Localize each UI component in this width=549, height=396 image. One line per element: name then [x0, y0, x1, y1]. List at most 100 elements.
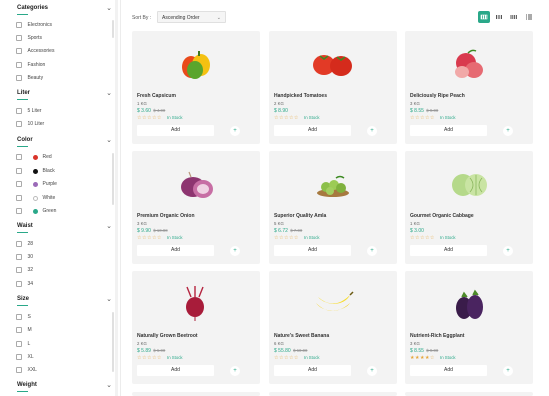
categories-scrollbar[interactable] [112, 20, 114, 38]
product-price: $ 55.80 $ 60.00 [274, 348, 308, 354]
onion-icon [181, 171, 213, 198]
add-button[interactable]: Add [137, 365, 214, 376]
chevron-down-icon[interactable]: ⌄ [105, 296, 113, 304]
checkbox[interactable] [16, 341, 22, 347]
chevron-down-icon[interactable]: ⌄ [105, 90, 113, 98]
checkbox[interactable] [16, 195, 22, 201]
color-item[interactable]: Black [16, 167, 55, 175]
add-button[interactable]: Add [410, 365, 487, 376]
color-scrollbar[interactable] [112, 153, 114, 205]
checkbox[interactable] [16, 241, 22, 247]
plus-icon[interactable]: + [503, 366, 513, 376]
color-item[interactable]: White [16, 194, 55, 202]
category-item[interactable]: Sports [16, 34, 42, 42]
checkbox[interactable] [16, 354, 22, 360]
category-item[interactable]: Accessories [16, 47, 54, 55]
grid-4-icon[interactable] [478, 11, 490, 23]
product-card[interactable]: Nutrient-Rich Eggplant 3 KG $ 8.55 $ 9.0… [405, 271, 533, 384]
list-icon[interactable] [523, 11, 535, 23]
checkbox[interactable] [16, 35, 22, 41]
product-card[interactable]: Handpicked Tomatoes 2 KG $ 8.90 ☆☆☆☆☆ In… [269, 31, 397, 144]
product-weight: 3 KG [410, 101, 420, 106]
checkbox[interactable] [16, 181, 22, 187]
size-item[interactable]: L [16, 340, 30, 348]
plus-icon[interactable]: + [367, 126, 377, 136]
checkbox[interactable] [16, 62, 22, 68]
add-button[interactable]: Add [274, 365, 351, 376]
color-item[interactable]: Purple [16, 180, 57, 188]
old-price: $ 10.00 [153, 228, 168, 233]
plus-icon[interactable]: + [230, 246, 240, 256]
add-button[interactable]: Add [410, 245, 487, 256]
chevron-down-icon[interactable]: ⌄ [105, 223, 113, 231]
rating-stars: ☆☆☆☆☆ [410, 115, 435, 121]
stock-status: In Stock [304, 115, 320, 120]
add-button[interactable]: Add [137, 245, 214, 256]
sort-select[interactable]: Ascending Order ⌄ [157, 11, 226, 23]
category-item[interactable]: Beauty [16, 74, 43, 82]
size-item[interactable]: XL [16, 353, 34, 361]
color-item[interactable]: Red [16, 153, 52, 161]
add-button[interactable]: Add [274, 245, 351, 256]
waist-item[interactable]: 34 [16, 280, 33, 288]
product-name: Naturally Grown Beetroot [137, 333, 198, 339]
size-scrollbar[interactable] [112, 312, 114, 372]
product-card[interactable] [405, 392, 533, 396]
color-swatch [32, 154, 38, 160]
chevron-down-icon[interactable]: ⌄ [105, 382, 113, 390]
product-card[interactable] [269, 392, 397, 396]
chevron-down-icon: ⌄ [216, 15, 221, 21]
add-button[interactable]: Add [274, 125, 351, 136]
waist-item[interactable]: 30 [16, 253, 33, 261]
liter-item[interactable]: 10 Liter [16, 120, 44, 128]
checkbox[interactable] [16, 327, 22, 333]
add-button[interactable]: Add [410, 125, 487, 136]
product-price: $ 3.00 [410, 228, 424, 234]
sidebar-scrollbar[interactable] [115, 0, 118, 396]
plus-icon[interactable]: + [367, 246, 377, 256]
checkbox[interactable] [16, 121, 22, 127]
checkbox[interactable] [16, 254, 22, 260]
grid-2-icon[interactable] [508, 11, 520, 23]
size-item[interactable]: M [16, 326, 32, 334]
waist-item[interactable]: 32 [16, 266, 33, 274]
product-card[interactable]: Fresh Capsicum 1 KG $ 3.60 $ 4.00 ☆☆☆☆☆ … [132, 31, 260, 144]
checkbox[interactable] [16, 168, 22, 174]
waist-item[interactable]: 28 [16, 240, 33, 248]
product-card[interactable] [132, 392, 260, 396]
category-item[interactable]: Fashion [16, 61, 45, 69]
product-card[interactable]: Superior Quality Amla 5 KG $ 6.72 $ 7.00… [269, 151, 397, 264]
checkbox[interactable] [16, 48, 22, 54]
plus-icon[interactable]: + [503, 126, 513, 136]
chevron-down-icon[interactable]: ⌄ [105, 137, 113, 145]
tomato-icon [313, 55, 352, 76]
plus-icon[interactable]: + [367, 366, 377, 376]
checkbox[interactable] [16, 281, 22, 287]
color-item[interactable]: Green [16, 207, 56, 215]
product-card[interactable]: Naturally Grown Beetroot 2 KG $ 5.89 $ 6… [132, 271, 260, 384]
add-button[interactable]: Add [137, 125, 214, 136]
peach-icon [455, 49, 483, 78]
product-card[interactable]: Gourmet Organic Cabbage 1 KG $ 3.00 ☆☆☆☆… [405, 151, 533, 264]
checkbox[interactable] [16, 208, 22, 214]
category-item[interactable]: Electronics [16, 21, 52, 29]
size-item[interactable]: S [16, 313, 31, 321]
plus-icon[interactable]: + [503, 246, 513, 256]
size-item[interactable]: XXL [16, 366, 37, 374]
liter-item[interactable]: 5 Liter [16, 107, 41, 115]
checkbox[interactable] [16, 314, 22, 320]
product-card[interactable]: Premium Organic Onion 3 KG $ 9.90 $ 10.0… [132, 151, 260, 264]
grid-3-icon[interactable] [493, 11, 505, 23]
checkbox[interactable] [16, 108, 22, 114]
rating-stars: ★★★★☆ [410, 355, 435, 361]
checkbox[interactable] [16, 154, 22, 160]
product-card[interactable]: Deliciously Ripe Peach 3 KG $ 8.55 $ 9.0… [405, 31, 533, 144]
chevron-down-icon[interactable]: ⌄ [105, 5, 113, 13]
checkbox[interactable] [16, 75, 22, 81]
checkbox[interactable] [16, 267, 22, 273]
checkbox[interactable] [16, 367, 22, 373]
product-card[interactable]: Nature's Sweet Banana 6 KG $ 55.80 $ 60.… [269, 271, 397, 384]
checkbox[interactable] [16, 22, 22, 28]
plus-icon[interactable]: + [230, 126, 240, 136]
plus-icon[interactable]: + [230, 366, 240, 376]
